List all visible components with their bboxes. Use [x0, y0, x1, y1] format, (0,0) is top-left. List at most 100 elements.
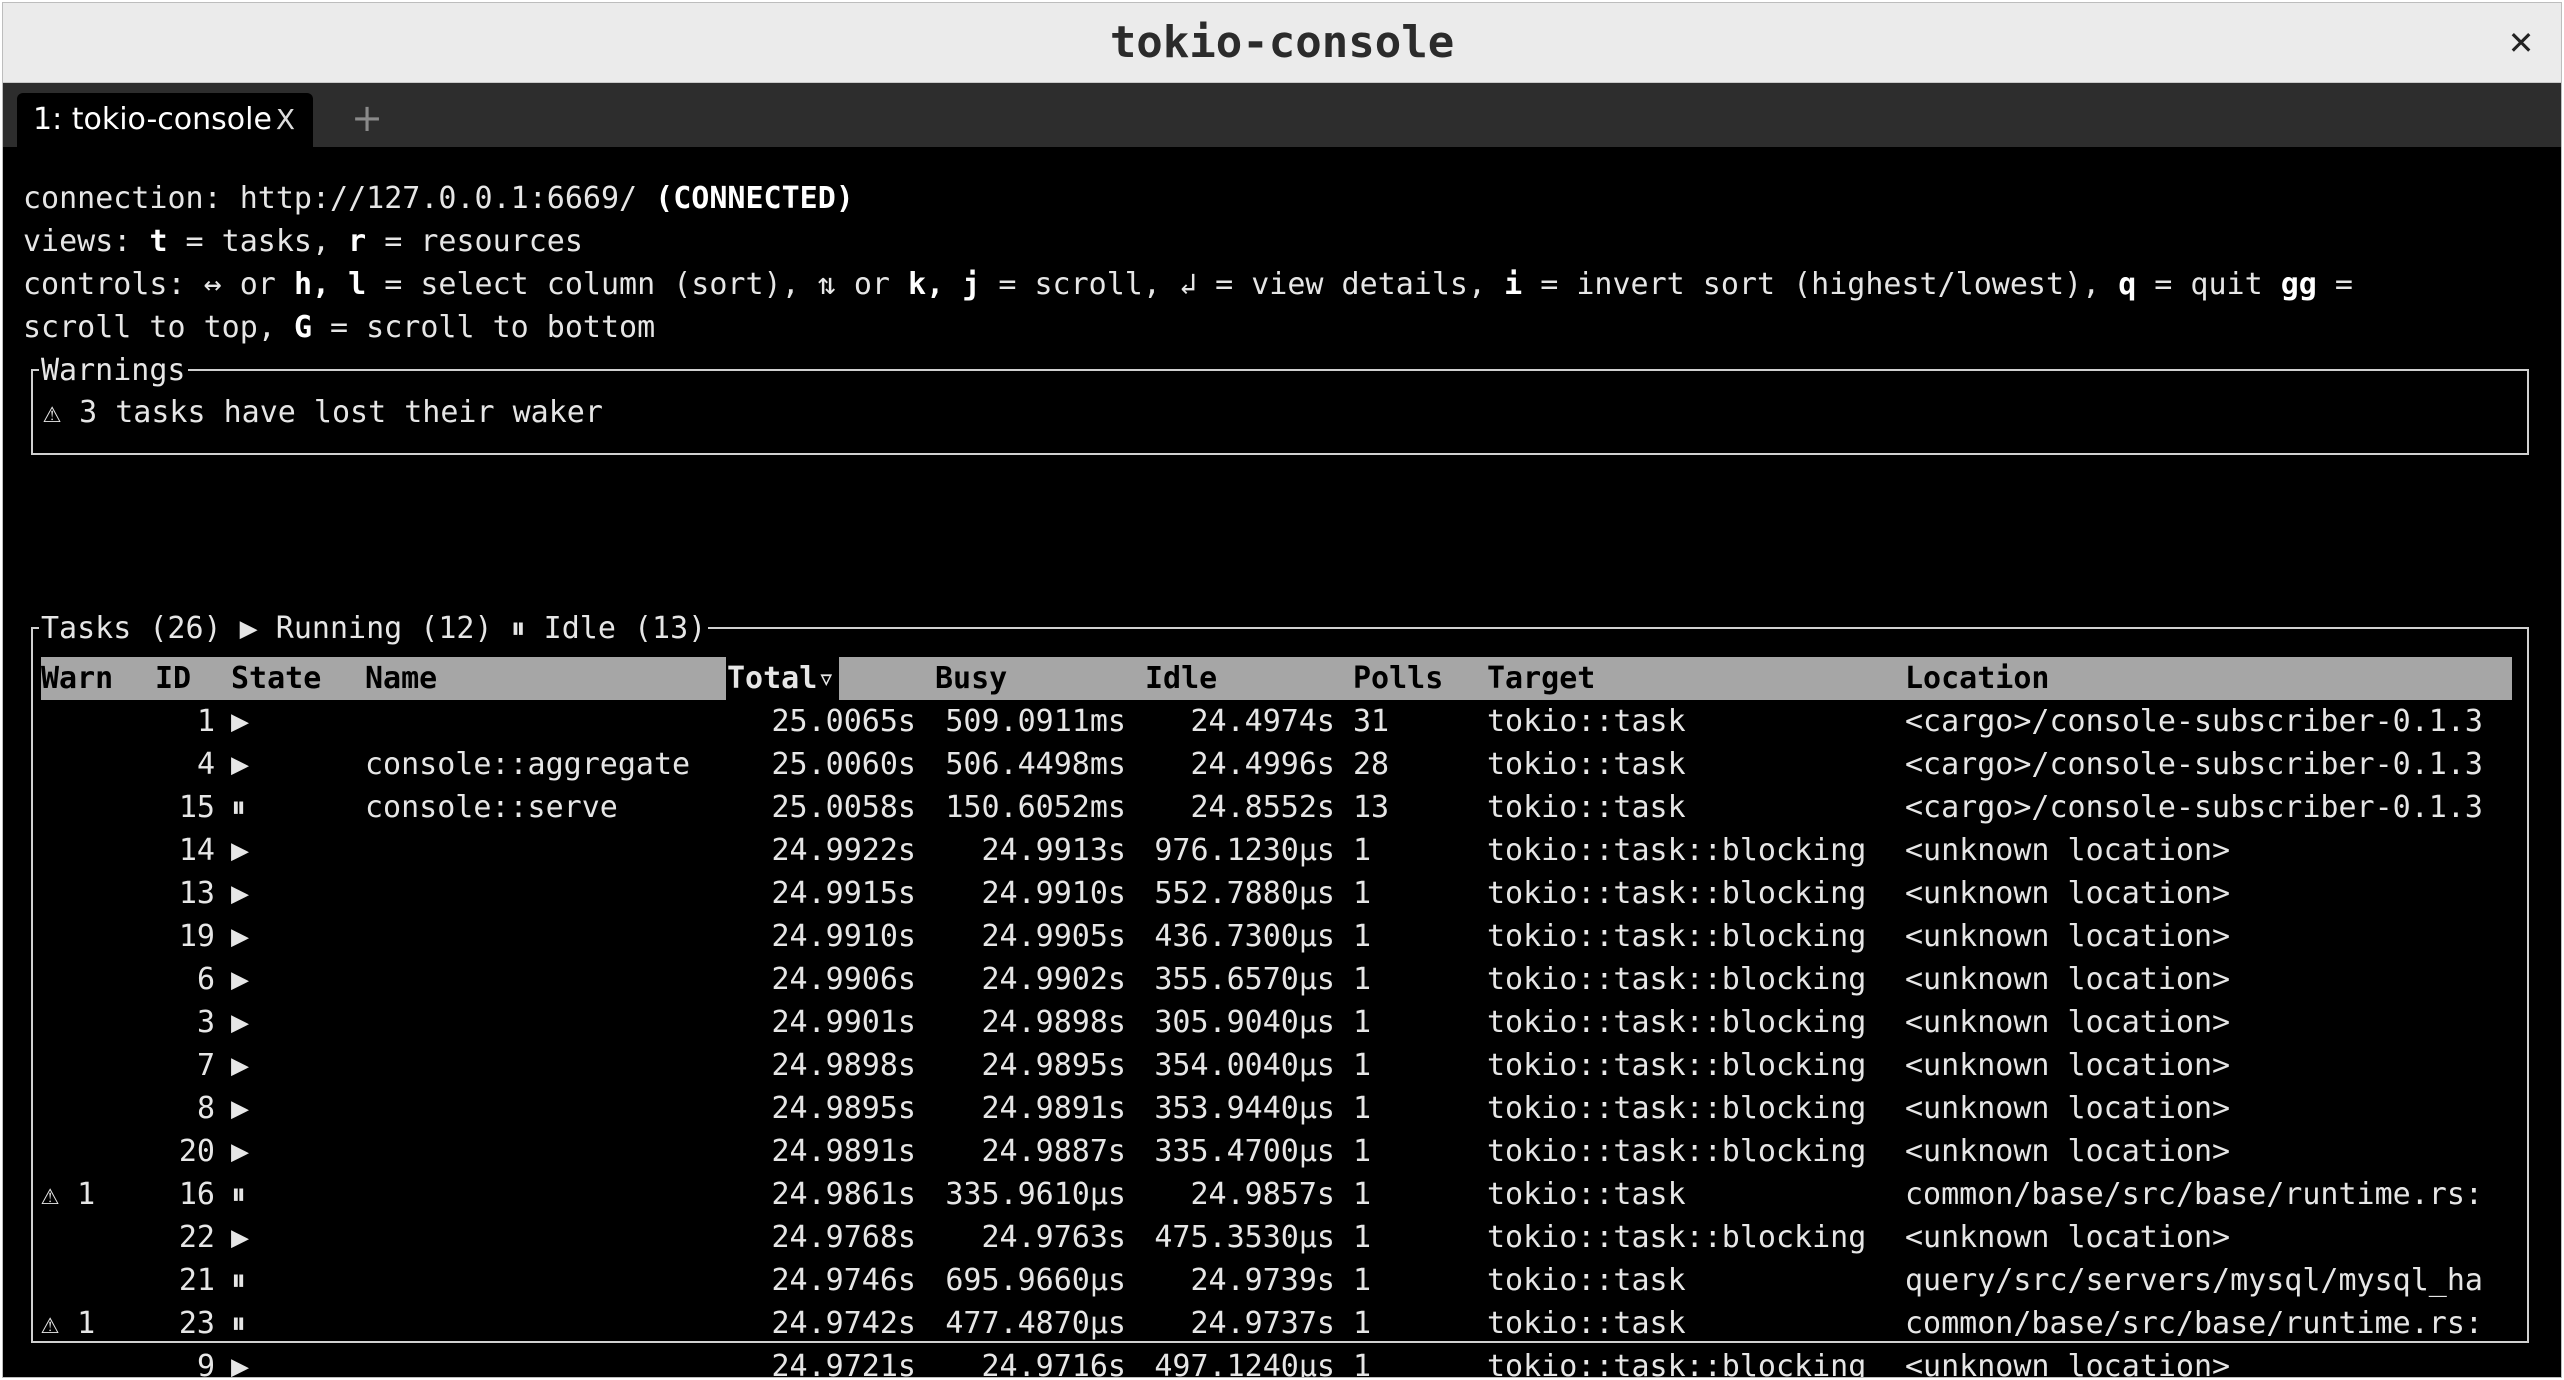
- cell-target: tokio::task::blocking: [1487, 1048, 1867, 1083]
- cell-location: <unknown location>: [1905, 962, 2231, 997]
- cell-name: [365, 700, 725, 743]
- cell-name: [365, 1087, 725, 1130]
- cell-warn: [41, 1345, 131, 1377]
- tab-tokio-console[interactable]: 1: tokio-console X: [17, 93, 313, 147]
- cell-busy: 24.9910s: [981, 876, 1127, 911]
- cell-total: 24.9910s: [771, 919, 917, 954]
- tasks-title: Tasks (26) ▶ Running (12) ⏸ Idle (13): [39, 607, 709, 650]
- controls-2-segment: = scroll to bottom: [312, 310, 656, 345]
- cell-name: [365, 958, 725, 1001]
- close-window-icon[interactable]: ✕: [2499, 21, 2543, 65]
- cell-target: tokio::task::blocking: [1487, 1005, 1867, 1040]
- warnings-panel: Warnings ⚠ 3 tasks have lost their waker: [31, 349, 2529, 455]
- col-header-polls[interactable]: Polls: [1353, 657, 1443, 700]
- controls-1-segment: k, j: [908, 267, 981, 302]
- cell-idle: 335.4700µs: [1154, 1134, 1335, 1169]
- controls-1-segment: controls: ↔ or: [23, 267, 294, 302]
- cell-id: 23: [178, 1306, 215, 1341]
- cell-idle: 24.9739s: [1190, 1263, 1336, 1298]
- cell-state: ⏸: [231, 1177, 246, 1212]
- cell-location: <cargo>/console-subscriber-0.1.3: [1905, 747, 2483, 782]
- cell-total: 25.0065s: [771, 704, 917, 739]
- cell-name: console::serve: [365, 790, 618, 825]
- cell-polls: 1: [1353, 1177, 1372, 1212]
- cell-target: tokio::task::blocking: [1487, 1091, 1867, 1126]
- cell-warn: [41, 915, 131, 958]
- cell-warn: [41, 958, 131, 1001]
- cell-total: 24.9891s: [771, 1134, 917, 1169]
- views-segment: views:: [23, 224, 150, 259]
- cell-id: 6: [196, 962, 215, 997]
- col-header-warn[interactable]: Warn: [41, 657, 113, 700]
- connection-status: (CONNECTED): [655, 181, 854, 216]
- tab-close-icon[interactable]: X: [276, 93, 295, 147]
- cell-id: 13: [178, 876, 215, 911]
- tab-bar: 1: tokio-console X +: [3, 83, 2561, 147]
- cell-id: 1: [196, 704, 215, 739]
- cell-state: ▶: [231, 833, 250, 868]
- cell-total: 24.9746s: [771, 1263, 917, 1298]
- terminal-window: tokio-console ✕ 1: tokio-console X + con…: [2, 2, 2562, 1378]
- views-segment: = resources: [366, 224, 583, 259]
- cell-name: [365, 1001, 725, 1044]
- cell-state: ▶: [231, 747, 250, 782]
- controls-1-segment: h, l: [293, 267, 367, 302]
- cell-busy: 24.9902s: [981, 962, 1127, 997]
- cell-idle: 354.0040µs: [1154, 1048, 1335, 1083]
- cell-total: 24.9768s: [771, 1220, 917, 1255]
- col-header-busy[interactable]: Busy: [935, 657, 1007, 700]
- views-segment: = tasks,: [167, 224, 349, 259]
- cell-polls: 1: [1353, 1306, 1372, 1341]
- cell-busy: 24.9905s: [981, 919, 1127, 954]
- col-header-name[interactable]: Name: [365, 657, 437, 700]
- col-header-total[interactable]: Total▿: [727, 657, 835, 700]
- controls-line: controls: ↔ or h, l = select column (sor…: [23, 263, 2353, 306]
- title-bar[interactable]: tokio-console ✕: [3, 3, 2561, 83]
- cell-busy: 24.9891s: [981, 1091, 1127, 1126]
- cell-name: console::aggregate: [365, 747, 691, 782]
- cell-target: tokio::task::blocking: [1487, 962, 1867, 997]
- cell-warn: [41, 1259, 131, 1302]
- controls-1-segment: = invert sort (highest/lowest),: [1522, 267, 2119, 302]
- cell-warn: [41, 700, 131, 743]
- cell-polls: 1: [1353, 919, 1372, 954]
- cell-target: tokio::task: [1487, 747, 1686, 782]
- cell-polls: 28: [1353, 747, 1390, 782]
- views-segment: r: [348, 224, 367, 259]
- cell-id: 14: [178, 833, 215, 868]
- cell-target: tokio::task::blocking: [1487, 919, 1867, 954]
- tab-label: 1: tokio-console: [33, 102, 272, 137]
- cell-state: ⏸: [231, 790, 246, 825]
- cell-name: [365, 829, 725, 872]
- cell-busy: 509.0911ms: [945, 704, 1126, 739]
- controls-1-segment: = quit: [2136, 267, 2281, 302]
- cell-busy: 24.9895s: [981, 1048, 1127, 1083]
- cell-target: tokio::task::blocking: [1487, 1220, 1867, 1255]
- cell-state: ▶: [231, 1005, 250, 1040]
- cell-polls: 1: [1353, 1134, 1372, 1169]
- col-header-location[interactable]: Location: [1905, 657, 2050, 700]
- cell-target: tokio::task::blocking: [1487, 833, 1867, 868]
- col-header-state[interactable]: State: [231, 657, 321, 700]
- controls-1-segment: i: [1504, 267, 1523, 302]
- cell-polls: 1: [1353, 1263, 1372, 1298]
- terminal-content[interactable]: connection: http://127.0.0.1:6669/ (CONN…: [3, 147, 2561, 1377]
- new-tab-button[interactable]: +: [343, 91, 391, 145]
- controls-line-continued: scroll to top, G = scroll to bottom: [23, 306, 655, 349]
- cell-idle: 353.9440µs: [1154, 1091, 1335, 1126]
- col-header-id[interactable]: ID: [155, 657, 191, 700]
- connection-line: connection: http://127.0.0.1:6669/ (CONN…: [23, 177, 854, 220]
- cell-warn: [41, 786, 131, 829]
- cell-name: [365, 915, 725, 958]
- cell-total: 24.9742s: [771, 1306, 917, 1341]
- controls-1-segment: gg: [2280, 267, 2317, 302]
- cell-state: ▶: [231, 1134, 250, 1169]
- col-header-target[interactable]: Target: [1487, 657, 1595, 700]
- views-segment: t: [149, 224, 168, 259]
- cell-polls: 1: [1353, 1220, 1372, 1255]
- cell-total: 24.9861s: [771, 1177, 917, 1212]
- window-title: tokio-console: [1109, 17, 1455, 68]
- cell-warn: [41, 872, 131, 915]
- col-header-idle[interactable]: Idle: [1145, 657, 1217, 700]
- cell-name: [365, 872, 725, 915]
